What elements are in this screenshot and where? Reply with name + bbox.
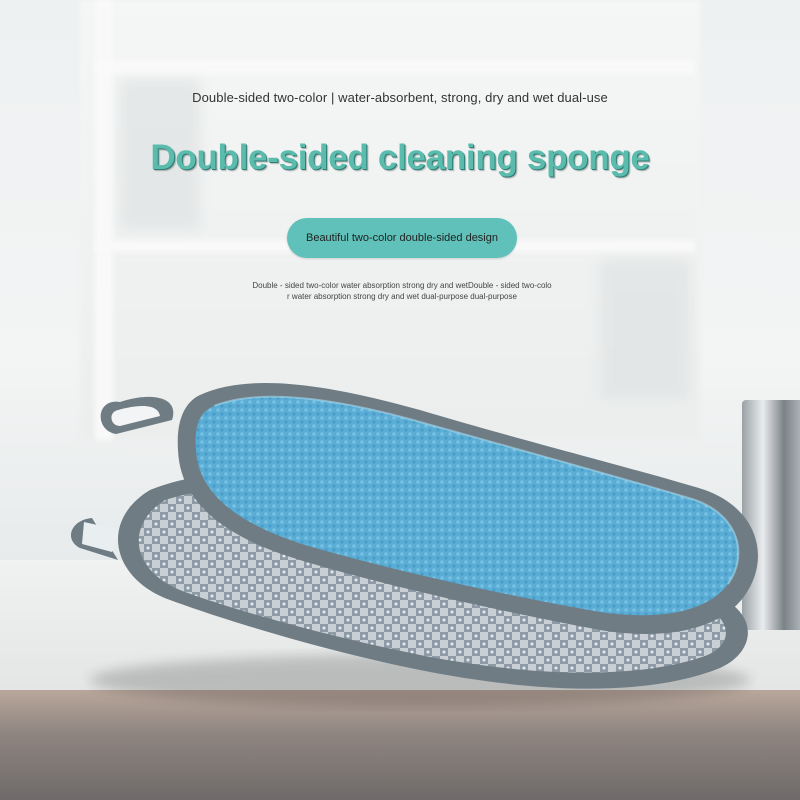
product-banner: Double-sided two-color | water-absorbent… <box>0 0 800 800</box>
sponge-illustration <box>70 383 758 706</box>
